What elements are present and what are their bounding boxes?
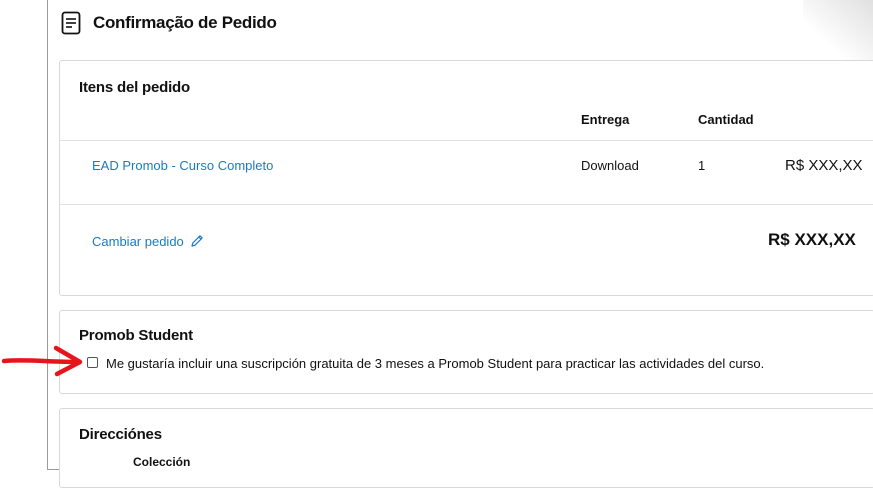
pencil-icon [191,235,204,247]
page-header: Confirmação de Pedido [61,10,277,36]
header-divider [60,140,873,141]
product-link[interactable]: EAD Promob - Curso Completo [92,158,273,173]
quantity-value: 1 [698,158,706,173]
quantity-column-header: Cantidad [698,112,754,127]
item-price: R$ XXX,XX [785,157,863,174]
order-items-title: Itens del pedido [79,79,190,96]
promob-student-title: Promob Student [79,327,193,344]
row-divider [60,204,873,205]
delivery-column-header: Entrega [581,112,630,127]
order-confirmation-panel: Confirmação de Pedido Itens del pedido E… [47,0,873,488]
order-total: R$ XXX,XX [768,230,856,249]
delivery-value: Download [581,158,639,173]
addresses-card: Direcciónes Colección [59,408,873,488]
collection-subheading: Colección [133,455,191,469]
change-order-label: Cambiar pedido [92,234,184,249]
promob-student-card: Promob Student Me gustaría incluir una s… [59,310,873,394]
page-title: Confirmação de Pedido [93,13,277,32]
order-items-card: Itens del pedido Entrega Cantidad EAD Pr… [59,60,873,296]
annotation-arrow-icon [1,345,83,377]
addresses-title: Direcciónes [79,426,162,443]
student-subscription-label[interactable]: Me gustaría incluir una suscripción grat… [106,356,764,371]
window-shadow [803,0,873,60]
change-order-link[interactable]: Cambiar pedido [92,234,204,249]
document-icon [61,11,81,35]
